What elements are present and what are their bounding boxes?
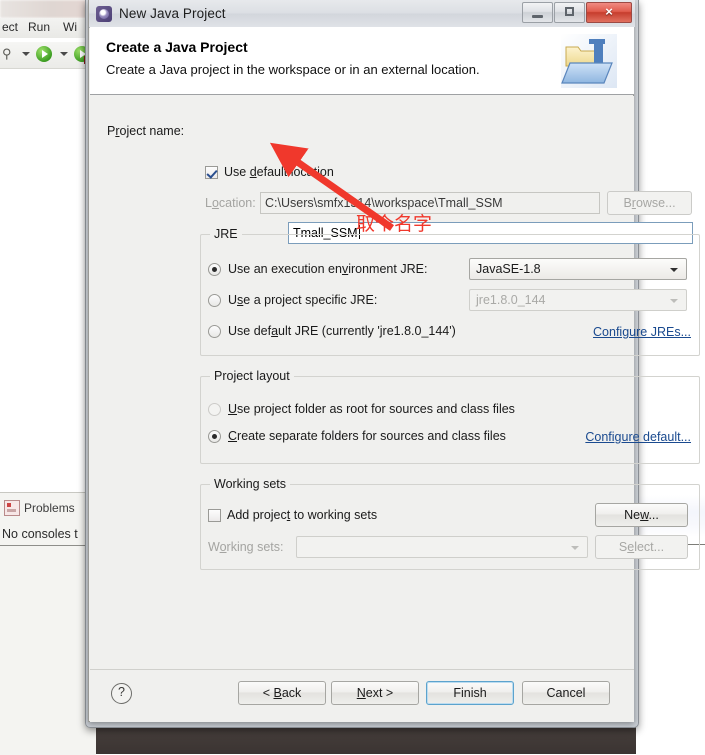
problems-icon <box>4 500 20 516</box>
dialog-body: Project name: Tmall_SSM Use default loca… <box>90 96 700 669</box>
dialog-titlebar[interactable]: New Java Project × <box>89 0 635 28</box>
jre-project-specific-radio[interactable] <box>208 293 221 307</box>
layout-option-project-folder[interactable]: Use project folder as root for sources a… <box>208 402 515 416</box>
jre-group-title: JRE <box>210 227 242 241</box>
layout-separate-folders-label: Create separate folders for sources and … <box>228 429 506 443</box>
use-default-location-checkbox[interactable] <box>205 165 218 179</box>
use-default-location-row[interactable]: Use default location <box>205 165 334 179</box>
jre-option-project-specific[interactable]: Use a project specific JRE: <box>208 293 377 307</box>
eclipse-icon <box>96 5 112 22</box>
project-name-row: Project name: <box>107 124 184 138</box>
run-icon[interactable] <box>36 46 52 62</box>
working-sets-group: Working sets Add project to working sets… <box>200 477 700 570</box>
tab-problems-label: Problems <box>24 501 75 515</box>
jre-execution-environment-radio[interactable] <box>208 262 221 276</box>
new-working-set-button-label: New... <box>624 508 659 522</box>
layout-option-separate-folders[interactable]: Create separate folders for sources and … <box>208 429 506 443</box>
cancel-button-label: Cancel <box>546 686 586 700</box>
use-default-location-label: Use default location <box>224 165 334 179</box>
configure-default-link[interactable]: Configure default... <box>585 430 691 444</box>
location-input: C:\Users\smfx1314\workspace\Tmall_SSM <box>260 192 600 214</box>
close-button[interactable]: × <box>586 2 632 23</box>
execution-environment-combo[interactable]: JavaSE-1.8 <box>469 258 687 280</box>
project-name-label: Project name: <box>107 124 185 138</box>
add-to-working-sets-checkbox[interactable] <box>208 508 221 522</box>
new-java-project-dialog: New Java Project × Create a Java Project… <box>88 0 700 722</box>
project-layout-group: Project layout Use project folder as roo… <box>200 369 700 464</box>
layout-separate-folders-radio[interactable] <box>208 429 221 443</box>
location-label: Location: <box>205 196 256 210</box>
dialog-header: Create a Java Project Create a Java proj… <box>90 27 634 95</box>
add-to-working-sets-label: Add project to working sets <box>227 508 378 522</box>
project-layout-group-title: Project layout <box>210 369 294 383</box>
page-description: Create a Java project in the workspace o… <box>106 62 480 77</box>
run-dropdown-caret-icon[interactable] <box>60 52 68 56</box>
ide-right-panel-continuation <box>636 718 705 754</box>
project-specific-jre-combo[interactable]: jre1.8.0_144 <box>469 289 687 311</box>
jre-default-label: Use default JRE (currently 'jre1.8.0_144… <box>228 324 456 338</box>
finish-button[interactable]: Finish <box>426 681 514 705</box>
maximize-button[interactable] <box>554 2 585 23</box>
next-button[interactable]: Next > <box>331 681 419 705</box>
menu-item-window[interactable]: Wi <box>63 20 77 34</box>
jre-group: JRE Use an execution environment JRE: Ja… <box>200 227 700 356</box>
select-working-sets-button[interactable]: Select... <box>595 535 688 559</box>
layout-project-folder-radio[interactable] <box>208 402 221 416</box>
layout-project-folder-label: Use project folder as root for sources a… <box>228 402 515 416</box>
chevron-down-icon <box>571 546 579 550</box>
help-button[interactable]: ? <box>111 683 132 704</box>
working-sets-label: Working sets: <box>208 540 284 554</box>
new-java-project-icon <box>560 33 618 89</box>
project-specific-jre-combo-value: jre1.8.0_144 <box>476 293 546 307</box>
debug-dropdown-caret-icon[interactable] <box>22 52 30 56</box>
finish-button-label: Finish <box>453 686 487 700</box>
minimize-button[interactable] <box>522 2 553 23</box>
jre-default-radio[interactable] <box>208 324 221 338</box>
tab-problems[interactable]: Problems <box>4 500 75 516</box>
page-title: Create a Java Project <box>106 39 248 55</box>
working-sets-group-title: Working sets <box>210 477 291 491</box>
execution-environment-combo-value: JavaSE-1.8 <box>476 262 541 276</box>
new-working-set-button[interactable]: New... <box>595 503 688 527</box>
jre-execution-environment-label: Use an execution environment JRE: <box>228 262 428 276</box>
ide-editor-area[interactable] <box>0 68 96 493</box>
location-value: C:\Users\smfx1314\workspace\Tmall_SSM <box>265 196 503 210</box>
add-to-working-sets-row[interactable]: Add project to working sets <box>208 508 377 522</box>
dialog-title: New Java Project <box>119 6 226 21</box>
next-button-label: Next > <box>356 686 394 700</box>
back-button-label: < Back <box>262 686 302 700</box>
back-button[interactable]: < Back <box>238 681 326 705</box>
jre-option-execution-environment[interactable]: Use an execution environment JRE: <box>208 262 427 276</box>
menu-item-run[interactable]: Run <box>28 20 50 34</box>
chevron-down-icon <box>670 268 678 272</box>
window-controls: × <box>522 2 632 23</box>
configure-jres-link[interactable]: Configure JREs... <box>593 325 691 339</box>
menu-item-project[interactable]: ect <box>2 20 18 34</box>
jre-option-default[interactable]: Use default JRE (currently 'jre1.8.0_144… <box>208 324 456 338</box>
chevron-down-icon <box>670 299 678 303</box>
browse-button[interactable]: Browse... <box>607 191 692 215</box>
ide-bottom-panel-continuation <box>0 718 96 754</box>
close-icon: × <box>605 4 613 19</box>
working-sets-combo[interactable] <box>296 536 588 558</box>
cancel-button[interactable]: Cancel <box>522 681 610 705</box>
dialog-footer: ? < Back Next > Finish Cancel <box>90 669 634 722</box>
debug-icon[interactable]: ⚲ <box>2 46 12 62</box>
console-empty-message: No consoles t <box>2 527 78 541</box>
console-divider <box>0 545 92 546</box>
jre-project-specific-label: Use a project specific JRE: <box>228 293 378 307</box>
select-working-sets-button-label: Select... <box>618 540 665 554</box>
browse-button-label: Browse... <box>623 196 676 210</box>
